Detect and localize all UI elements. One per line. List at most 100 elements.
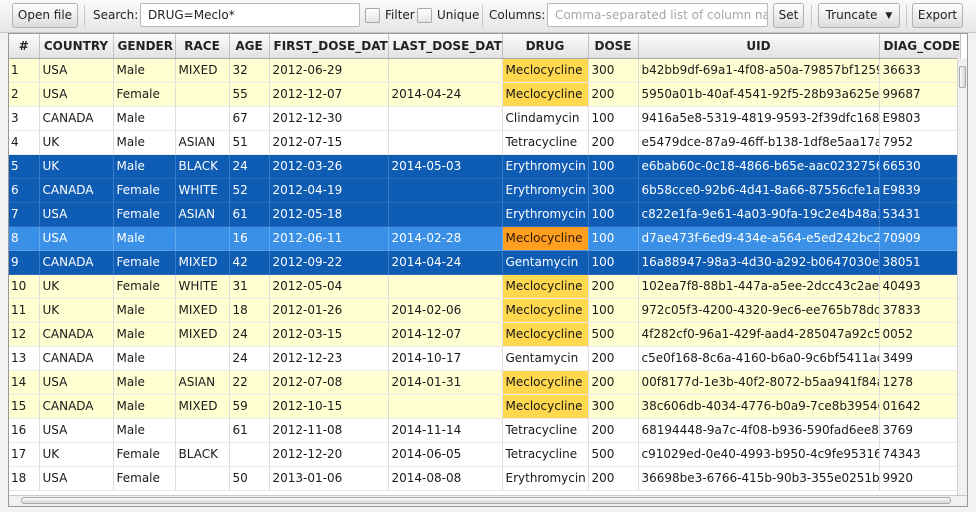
cell-race[interactable] [175, 106, 230, 131]
cell-row-number[interactable]: 7 [9, 202, 40, 227]
cell-first-dose-date[interactable]: 2012-12-23 [269, 346, 389, 371]
cell-diag-code[interactable]: 40493 [879, 274, 961, 299]
column-header-drug[interactable]: DRUG [502, 34, 589, 59]
truncate-dropdown[interactable]: Truncate ▼ [818, 3, 900, 28]
cell-last-dose-date[interactable]: 2014-02-06 [388, 298, 503, 323]
unique-checkbox[interactable] [417, 8, 432, 23]
cell-drug[interactable]: Gentamycin [502, 250, 589, 275]
column-header-dose[interactable]: DOSE [588, 34, 639, 59]
cell-gender[interactable]: Male [113, 394, 176, 419]
cell-age[interactable]: 16 [229, 226, 270, 251]
table-row[interactable]: 11 UK Male MIXED 18 2012-01-26 2014-02-06 Meclo… [9, 298, 961, 323]
cell-dose[interactable]: 100 [588, 202, 639, 227]
cell-drug[interactable]: Tetracycline [502, 442, 589, 467]
table-row[interactable]: 17 UK Female BLACK 2012-12-20 2014-06-05 Tetra… [9, 442, 961, 467]
cell-age[interactable]: 24 [229, 322, 270, 347]
cell-age[interactable]: 55 [229, 82, 270, 107]
cell-dose[interactable]: 200 [588, 466, 639, 491]
table-row[interactable]: 9 CANADA Female MIXED 42 2012-09-22 2014-04-24… [9, 250, 961, 275]
cell-diag-code[interactable]: 0052 [879, 322, 961, 347]
cell-last-dose-date[interactable]: 2014-11-14 [388, 418, 503, 443]
table-row[interactable]: 16 USA Male 61 2012-11-08 2014-11-14 Tetracycl… [9, 418, 961, 443]
cell-country[interactable]: UK [39, 154, 114, 179]
table-row[interactable]: 18 USA Female 50 2013-01-06 2014-08-08 Erythro… [9, 466, 961, 491]
cell-country[interactable]: USA [39, 466, 114, 491]
cell-last-dose-date[interactable] [388, 130, 503, 155]
cell-country[interactable]: CANADA [39, 394, 114, 419]
cell-last-dose-date[interactable] [388, 58, 503, 83]
cell-diag-code[interactable]: 70909 [879, 226, 961, 251]
cell-dose[interactable]: 100 [588, 106, 639, 131]
cell-dose[interactable]: 300 [588, 178, 639, 203]
cell-first-dose-date[interactable]: 2012-12-07 [269, 82, 389, 107]
cell-age[interactable]: 24 [229, 346, 270, 371]
cell-drug[interactable]: Erythromycin [502, 154, 589, 179]
cell-drug[interactable]: Meclocycline [502, 394, 589, 419]
cell-race[interactable]: MIXED [175, 394, 230, 419]
cell-race[interactable]: MIXED [175, 58, 230, 83]
cell-dose[interactable]: 200 [588, 274, 639, 299]
cell-age[interactable] [229, 442, 270, 467]
cell-age[interactable]: 50 [229, 466, 270, 491]
cell-drug[interactable]: Meclocycline [502, 226, 589, 251]
cell-diag-code[interactable]: E9803 [879, 106, 961, 131]
cell-race[interactable] [175, 466, 230, 491]
table-row[interactable]: 13 CANADA Male 24 2012-12-23 2014-10-17 Gentam… [9, 346, 961, 371]
cell-country[interactable]: USA [39, 82, 114, 107]
cell-dose[interactable]: 300 [588, 58, 639, 83]
cell-drug[interactable]: Tetracycline [502, 130, 589, 155]
cell-row-number[interactable]: 16 [9, 418, 40, 443]
cell-uid[interactable]: 5950a01b-40af-4541-92f5-28b93a625e38 [638, 82, 880, 107]
cell-dose[interactable]: 200 [588, 418, 639, 443]
cell-dose[interactable]: 300 [588, 394, 639, 419]
cell-first-dose-date[interactable]: 2012-07-15 [269, 130, 389, 155]
cell-gender[interactable]: Female [113, 82, 176, 107]
cell-uid[interactable]: 972c05f3-4200-4320-9ec6-ee765b78dde0 [638, 298, 880, 323]
cell-row-number[interactable]: 12 [9, 322, 40, 347]
cell-drug[interactable]: Clindamycin [502, 106, 589, 131]
cell-country[interactable]: USA [39, 202, 114, 227]
cell-uid[interactable]: 68194448-9a7c-4f08-b936-590fad6ee802 [638, 418, 880, 443]
cell-first-dose-date[interactable]: 2012-10-15 [269, 394, 389, 419]
table-row[interactable]: 2 USA Female 55 2012-12-07 2014-04-24 Meclocyc… [9, 82, 961, 107]
cell-gender[interactable]: Male [113, 322, 176, 347]
column-header-gender[interactable]: GENDER [113, 34, 176, 59]
cell-uid[interactable]: b42bb9df-69a1-4f08-a50a-79857bf12592 [638, 58, 880, 83]
cell-first-dose-date[interactable]: 2012-04-19 [269, 178, 389, 203]
column-header-first-dose-date[interactable]: FIRST_DOSE_DATE [269, 34, 389, 59]
cell-drug[interactable]: Tetracycline [502, 418, 589, 443]
cell-row-number[interactable]: 2 [9, 82, 40, 107]
horizontal-scroll-thumb[interactable] [21, 497, 951, 504]
cell-diag-code[interactable]: 37833 [879, 298, 961, 323]
cell-first-dose-date[interactable]: 2012-11-08 [269, 418, 389, 443]
cell-dose[interactable]: 200 [588, 82, 639, 107]
cell-gender[interactable]: Male [113, 298, 176, 323]
cell-gender[interactable]: Male [113, 418, 176, 443]
table-row[interactable]: 15 CANADA Male MIXED 59 2012-10-15 Meclocyclin… [9, 394, 961, 419]
cell-country[interactable]: CANADA [39, 346, 114, 371]
cell-gender[interactable]: Male [113, 346, 176, 371]
cell-first-dose-date[interactable]: 2012-05-18 [269, 202, 389, 227]
cell-age[interactable]: 61 [229, 418, 270, 443]
cell-last-dose-date[interactable]: 2014-04-24 [388, 82, 503, 107]
table-row[interactable]: 12 CANADA Male MIXED 24 2012-03-15 2014-12-07 M… [9, 322, 961, 347]
cell-uid[interactable]: 16a88947-98a3-4d30-a292-b0647030e145 [638, 250, 880, 275]
cell-dose[interactable]: 100 [588, 226, 639, 251]
table-row[interactable]: 14 USA Male ASIAN 22 2012-07-08 2014-01-31 Mecl… [9, 370, 961, 395]
cell-row-number[interactable]: 17 [9, 442, 40, 467]
cell-age[interactable]: 31 [229, 274, 270, 299]
cell-first-dose-date[interactable]: 2012-12-20 [269, 442, 389, 467]
cell-race[interactable] [175, 82, 230, 107]
cell-last-dose-date[interactable] [388, 394, 503, 419]
cell-row-number[interactable]: 8 [9, 226, 40, 251]
cell-country[interactable]: CANADA [39, 178, 114, 203]
cell-uid[interactable]: e6bab60c-0c18-4866-b65e-aac02327564d [638, 154, 880, 179]
cell-gender[interactable]: Male [113, 226, 176, 251]
cell-gender[interactable]: Male [113, 130, 176, 155]
cell-uid[interactable]: 36698be3-6766-415b-90b3-355e0251bf83 [638, 466, 880, 491]
cell-diag-code[interactable]: 53431 [879, 202, 961, 227]
cell-first-dose-date[interactable]: 2012-07-08 [269, 370, 389, 395]
table-row[interactable]: 3 CANADA Male 67 2012-12-30 Clindamycin 100 941… [9, 106, 961, 131]
cell-age[interactable]: 51 [229, 130, 270, 155]
cell-race[interactable] [175, 226, 230, 251]
